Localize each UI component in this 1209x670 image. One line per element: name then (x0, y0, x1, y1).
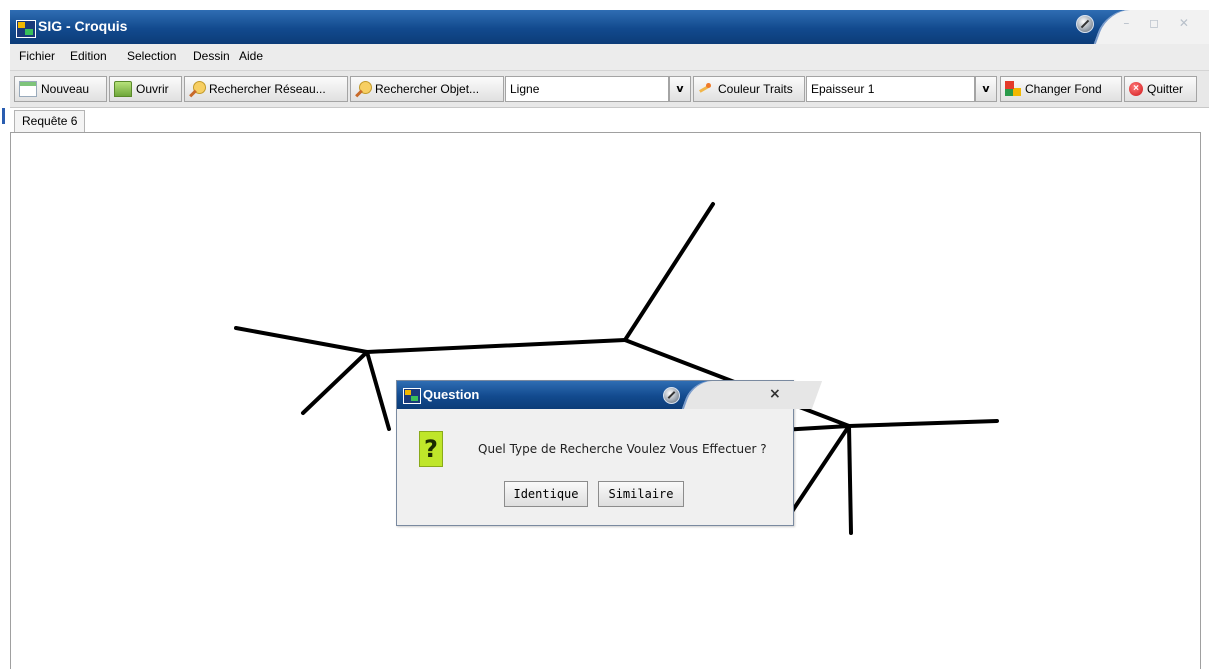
sketch-line (623, 202, 715, 342)
dialog-message: Quel Type de Recherche Voulez Vous Effec… (478, 442, 767, 456)
changer-fond-button[interactable]: Changer Fond (1000, 76, 1122, 102)
quit-icon: × (1129, 82, 1143, 96)
app-logo-icon (16, 20, 36, 38)
nouveau-button[interactable]: Nouveau (14, 76, 107, 102)
new-document-icon (19, 81, 37, 97)
dialog-close-icon[interactable]: × (769, 386, 781, 402)
couleur-traits-label: Couleur Traits (718, 82, 793, 96)
window-menu-orb-icon[interactable] (1076, 15, 1094, 33)
menu-fichier[interactable]: Fichier (19, 49, 55, 63)
identique-button[interactable]: Identique (504, 481, 588, 507)
sketch-line (789, 424, 851, 515)
sketch-line (847, 424, 853, 535)
similaire-button[interactable]: Similaire (598, 481, 684, 507)
menubar: Fichier Edition Selection Dessin Aide (10, 44, 1209, 71)
toolbar: Nouveau Ouvrir Rechercher Réseau... Rech… (10, 71, 1209, 108)
changer-fond-label: Changer Fond (1025, 82, 1102, 96)
rechercher-reseau-button[interactable]: Rechercher Réseau... (184, 76, 348, 102)
dialog-menu-orb-icon[interactable] (663, 387, 680, 404)
left-edge-marker (2, 108, 5, 124)
question-dialog: Question × ? Quel Type de Recherche Voul… (396, 380, 823, 526)
menu-aide[interactable]: Aide (239, 49, 263, 63)
type-select[interactable]: Ligne (505, 76, 669, 102)
sketch-line (847, 419, 999, 428)
epaisseur-select-dropdown-arrow[interactable]: v (975, 76, 997, 102)
sketch-line (365, 350, 391, 431)
type-select-dropdown-arrow[interactable]: v (669, 76, 691, 102)
quitter-label: Quitter (1147, 82, 1184, 96)
rechercher-reseau-label: Rechercher Réseau... (209, 82, 326, 96)
rechercher-objet-button[interactable]: Rechercher Objet... (350, 76, 504, 102)
search-icon (189, 81, 206, 97)
ouvrir-label: Ouvrir (136, 82, 169, 96)
couleur-traits-button[interactable]: Couleur Traits (693, 76, 805, 102)
ouvrir-button[interactable]: Ouvrir (109, 76, 182, 102)
quitter-button[interactable]: × Quitter (1124, 76, 1197, 102)
color-icon (698, 81, 714, 97)
search-icon (355, 81, 372, 97)
window-titlebar (10, 10, 1209, 44)
epaisseur-select[interactable]: Epaisseur 1 (806, 76, 975, 102)
sketch-line (301, 350, 369, 415)
nouveau-label: Nouveau (41, 82, 90, 96)
dialog-title: Question (423, 387, 480, 402)
window-title: SIG - Croquis (38, 18, 128, 34)
rechercher-objet-label: Rechercher Objet... (375, 82, 480, 96)
dialog-app-logo-icon (403, 388, 421, 404)
question-icon: ? (419, 431, 443, 467)
tab-requete-6[interactable]: Requête 6 (14, 110, 86, 132)
sketch-line (365, 338, 627, 354)
sketch-line (234, 326, 369, 354)
background-icon (1005, 81, 1021, 97)
dialog-titlebar: Question × (397, 381, 823, 409)
menu-selection[interactable]: Selection (127, 49, 176, 63)
menu-dessin[interactable]: Dessin (193, 49, 230, 63)
window-controls[interactable]: – ◻ ✕ (1123, 16, 1197, 30)
dialog-titlebar-curve (681, 381, 823, 409)
open-folder-icon (114, 81, 132, 97)
menu-edition[interactable]: Edition (70, 49, 107, 63)
